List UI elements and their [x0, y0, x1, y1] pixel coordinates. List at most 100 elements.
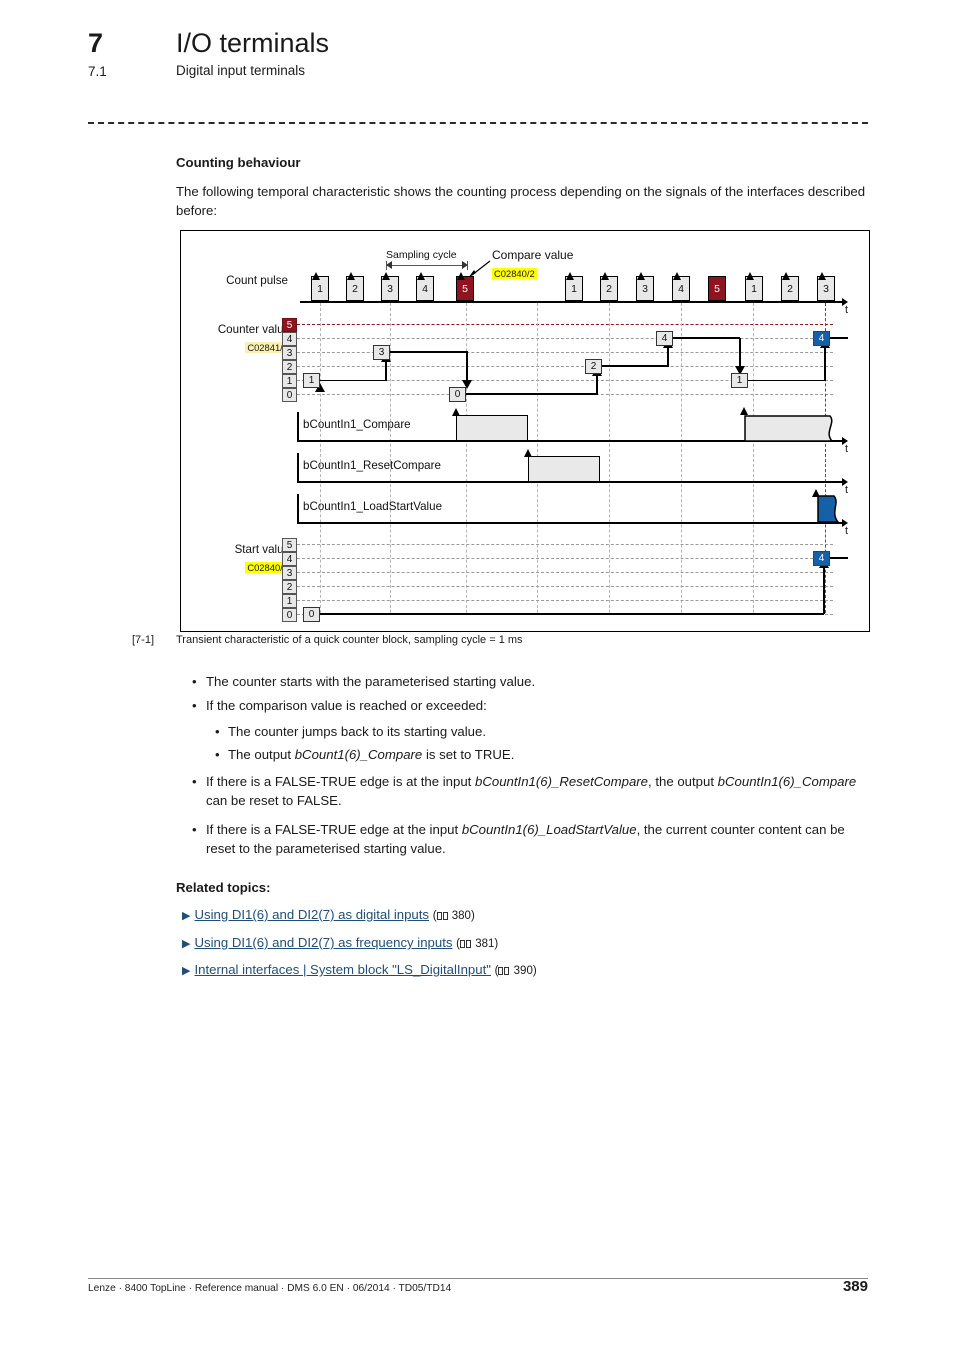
counter-value-code: C02841/1: [228, 338, 290, 356]
start-axis-tick-2: 2: [282, 580, 297, 594]
counter-value-box-4: 4: [656, 331, 673, 346]
related-topic-link-row[interactable]: ▶ Internal interfaces | System block "LS_…: [182, 962, 537, 977]
counter-value-box-loaded: 4: [813, 331, 830, 346]
counter-value-box-2: 2: [585, 359, 602, 374]
book-icon: [436, 912, 448, 920]
related-topic-page: ( 381): [456, 938, 499, 950]
counter-value-box-1: 1: [303, 373, 320, 388]
bullet-text-post: is set to TRUE.: [422, 747, 515, 762]
counter-value-label: Counter value: [217, 323, 290, 336]
start-gridline-3: [297, 572, 833, 573]
count-pulse-box-compare: 5: [708, 276, 726, 301]
bullet-text: The counter starts with the parameterise…: [206, 674, 536, 689]
counter-value-box-1b: 1: [731, 373, 748, 388]
count-pulse-arrow-icon: [637, 272, 645, 280]
count-pulse-baseline: [300, 301, 842, 303]
signal-name-resetcompare: bCountIn1_ResetCompare: [303, 459, 441, 472]
bullet-text: The counter jumps back to its starting v…: [228, 724, 487, 739]
counter-axis-tick-5: 5: [282, 318, 297, 332]
counter-axis-tick-2: 2: [282, 360, 297, 374]
count-pulse-arrow-icon: [457, 272, 465, 280]
time-axis-label: t: [845, 525, 849, 537]
counter-axis-tick-3: 3: [282, 346, 297, 360]
bullet-text-pre: The output: [228, 747, 295, 762]
sampling-gridline: [466, 303, 467, 613]
intro-paragraph: The following temporal characteristic sh…: [176, 184, 866, 218]
bullet-text-em2: bCountIn1(6)_Compare: [717, 774, 857, 789]
count-pulse-arrow-icon: [566, 272, 574, 280]
footer-page-number: 389: [842, 1278, 868, 1295]
bullet-marker: •: [215, 747, 220, 762]
signal-pulse-resetcompare: [528, 456, 600, 482]
related-topic-page-number: 390: [513, 965, 533, 977]
bullet-item: • The counter starts with the parameteri…: [192, 672, 866, 691]
sampling-cycle-label: Sampling cycle: [386, 249, 457, 261]
bullet-marker: •: [192, 774, 197, 789]
bullet-text-em: bCount1(6)_Compare: [294, 747, 423, 762]
signal-edge-arrow-icon: [524, 449, 532, 457]
bullet-text-pre: If there is a FALSE-TRUE edge is at the …: [206, 774, 476, 789]
counter-value-box-0: 0: [449, 387, 466, 402]
related-topic-link[interactable]: Using DI1(6) and DI2(7) as frequency inp…: [194, 935, 452, 950]
related-topic-page-number: 381: [475, 938, 495, 950]
start-value-box-4: 4: [813, 551, 830, 566]
bullet-marker: •: [192, 674, 197, 689]
counter-axis-tick-4: 4: [282, 332, 297, 346]
section-number: 7.1: [88, 64, 107, 79]
count-pulse-arrow-icon: [782, 272, 790, 280]
signal-edge-arrow-icon: [740, 407, 748, 415]
sampling-gridline: [609, 303, 610, 613]
document-page: 7 I/O terminals 7.1 Digital input termin…: [0, 0, 954, 1350]
start-axis-tick-1: 1: [282, 594, 297, 608]
compare-value-code-text: C02840/2: [492, 268, 537, 279]
chevron-right-icon: ▶: [182, 910, 191, 922]
counter-trace-level-3: [390, 351, 468, 354]
signal-pulse-compare-2: [744, 415, 834, 442]
chapter-title: I/O terminals: [176, 28, 330, 58]
start-value-code: C02840/1: [228, 558, 290, 576]
count-pulse-arrow-icon: [312, 272, 320, 280]
related-topic-link-row[interactable]: ▶ Using DI1(6) and DI2(7) as frequency in…: [182, 935, 498, 950]
footer-text: Lenze · 8400 TopLine · Reference manual …: [88, 1283, 452, 1294]
subheading: Counting behaviour: [176, 155, 301, 170]
bullet-text-post: can be reset to FALSE.: [206, 793, 342, 808]
bullet-marker: •: [215, 724, 220, 739]
time-axis-label: t: [845, 443, 849, 455]
count-pulse-arrow-icon: [601, 272, 609, 280]
bullet-text: If the comparison value is reached or ex…: [206, 698, 487, 713]
compare-value-code: C02840/2: [492, 264, 537, 282]
compare-value-label: Compare value: [492, 248, 574, 262]
counter-trace-level-2: [601, 365, 668, 368]
time-axis-label: t: [845, 304, 849, 316]
signal-baseline-loadstartvalue: [297, 522, 842, 524]
sampling-gridline: [753, 303, 754, 613]
bullet-text-em: bCountIn1(6)_LoadStartValue: [461, 822, 637, 837]
bullet-text-em1: bCountIn1(6)_ResetCompare: [475, 774, 649, 789]
counter-trace-level-4: [672, 337, 740, 340]
related-topic-page: ( 390): [494, 965, 537, 977]
count-pulse-arrow-icon: [746, 272, 754, 280]
signal-edge-arrow-icon: [812, 489, 820, 497]
start-axis-tick-5: 5: [282, 538, 297, 552]
start-axis-tick-0: 0: [282, 608, 297, 622]
count-pulse-arrow-icon: [347, 272, 355, 280]
signal-pulse-compare-1: [456, 415, 528, 441]
related-topic-link[interactable]: Internal interfaces | System block "LS_D…: [194, 962, 490, 977]
bullet-marker: •: [192, 822, 197, 837]
start-value-label: Start value: [234, 543, 290, 556]
count-pulse-arrow-icon: [417, 272, 425, 280]
sampling-gridline: [390, 303, 391, 613]
related-topic-link-row[interactable]: ▶ Using DI1(6) and DI2(7) as digital inpu…: [182, 907, 475, 922]
chevron-right-icon: ▶: [182, 965, 191, 977]
counter-value-box-3: 3: [373, 345, 390, 360]
footer-divider: [88, 1278, 868, 1279]
signal-row-left-bar: [297, 494, 299, 524]
count-pulse-label: Count pulse: [226, 274, 288, 287]
start-gridline-5: [297, 544, 833, 545]
book-icon: [460, 940, 471, 948]
bullet-item: • If there is a FALSE-TRUE edge at the i…: [192, 820, 868, 858]
related-topic-link[interactable]: Using DI1(6) and DI2(7) as digital input…: [194, 907, 429, 922]
count-pulse-arrow-icon: [382, 272, 390, 280]
counter-trace-level-0: [466, 393, 597, 396]
sampling-cycle-bar: [386, 265, 468, 266]
